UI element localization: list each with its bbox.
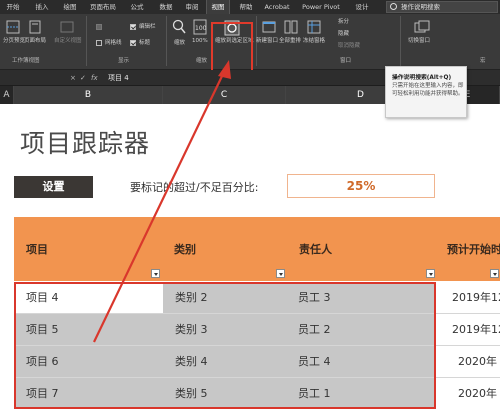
annotation-arrow [93, 60, 231, 343]
excel-window: 开始 插入 绘图 页面布局 公式 数据 审阅 视图 帮助 Acrobat Pow… [0, 0, 500, 413]
